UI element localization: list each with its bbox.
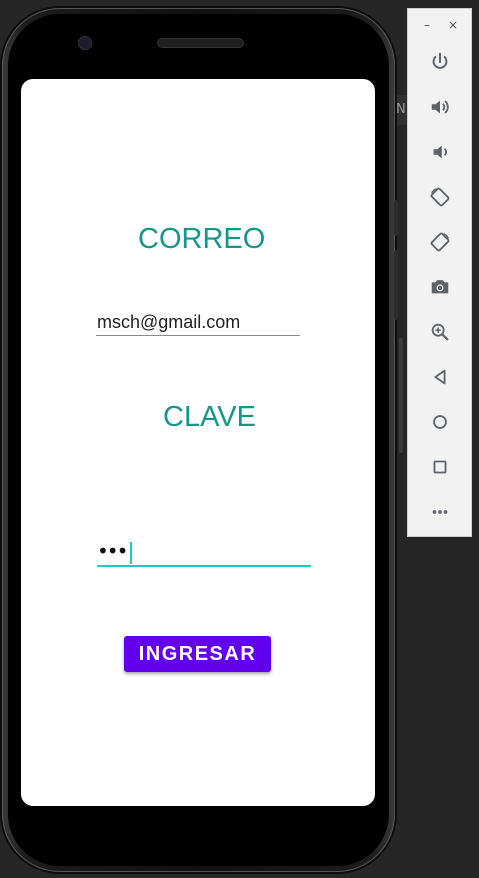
more-icon	[432, 510, 448, 514]
camera-icon	[431, 280, 449, 294]
password-value: •••	[97, 538, 133, 564]
earpiece-speaker	[157, 38, 244, 48]
background-scrollbar	[399, 338, 403, 453]
power-icon	[432, 52, 448, 69]
minimize-button[interactable]: –	[420, 18, 434, 32]
email-input[interactable]	[96, 310, 300, 336]
volume-down-icon	[433, 145, 447, 159]
volume-down-button[interactable]	[425, 137, 455, 167]
volume-up-icon	[431, 100, 449, 114]
rotate-left-icon	[430, 187, 450, 207]
rotate-right-icon	[430, 232, 450, 252]
front-camera	[78, 36, 92, 50]
background-panel-fragment: N	[396, 95, 407, 125]
emulator-toolbar: – ×	[407, 8, 472, 537]
correo-label: CORREO	[138, 223, 266, 255]
phone-volume-button	[394, 250, 398, 320]
ingresar-button[interactable]: INGRESAR	[124, 636, 271, 672]
background-panel-text: N	[396, 102, 406, 117]
clave-label: CLAVE	[163, 401, 256, 433]
password-input[interactable]: •••	[97, 538, 311, 567]
overview-icon	[433, 460, 447, 474]
zoom-button[interactable]	[425, 317, 455, 347]
text-cursor	[130, 541, 133, 564]
home-icon	[433, 415, 447, 429]
rotate-right-button[interactable]	[425, 227, 455, 257]
zoom-icon	[431, 323, 449, 341]
overview-button[interactable]	[425, 452, 455, 482]
power-button[interactable]	[425, 47, 455, 77]
password-mask: •••	[97, 539, 128, 563]
more-button[interactable]	[425, 497, 455, 527]
volume-up-button[interactable]	[425, 92, 455, 122]
phone-side-button	[394, 200, 398, 236]
back-button[interactable]	[425, 362, 455, 392]
back-icon	[434, 369, 446, 385]
app-screen: CORREO CLAVE ••• INGRESAR	[21, 79, 375, 806]
screenshot-button[interactable]	[425, 272, 455, 302]
close-button[interactable]: ×	[446, 18, 460, 32]
rotate-left-button[interactable]	[425, 182, 455, 212]
home-button[interactable]	[425, 407, 455, 437]
